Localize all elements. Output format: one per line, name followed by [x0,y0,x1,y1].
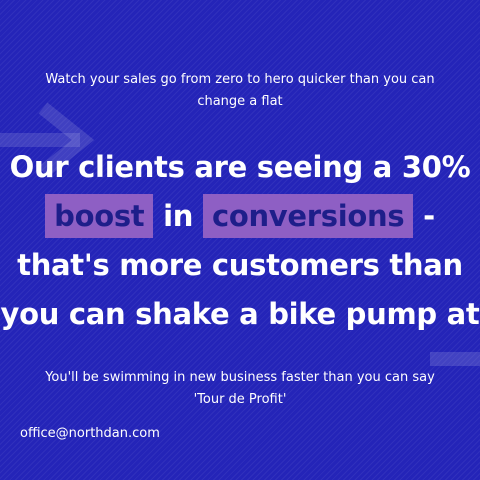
closing-text: You'll be swimming in new business faste… [20,367,460,411]
headline: Our clients are seeing a 30% boost in co… [0,143,480,339]
headline-dash: - [423,199,435,233]
headline-line-1: Our clients are seeing a 30% [9,150,471,184]
headline-line-3: that's more customers than [17,248,463,282]
intro-line-2: change a flat [197,94,283,109]
closing-line-1: You'll be swimming in new business faste… [45,370,435,385]
intro-line-1: Watch your sales go from zero to hero qu… [45,72,435,87]
headline-line-4: you can shake a bike pump at [0,297,480,331]
headline-connector: in [163,199,194,233]
contact-email: office@northdan.com [20,426,160,441]
intro-text: Watch your sales go from zero to hero qu… [20,69,460,113]
highlight-boost: boost [45,194,154,238]
line-decoration [430,352,480,366]
highlight-conversions: conversions [202,194,414,238]
headline-line-2: boost in conversions - [0,192,480,241]
closing-line-2: 'Tour de Profit' [193,392,287,407]
